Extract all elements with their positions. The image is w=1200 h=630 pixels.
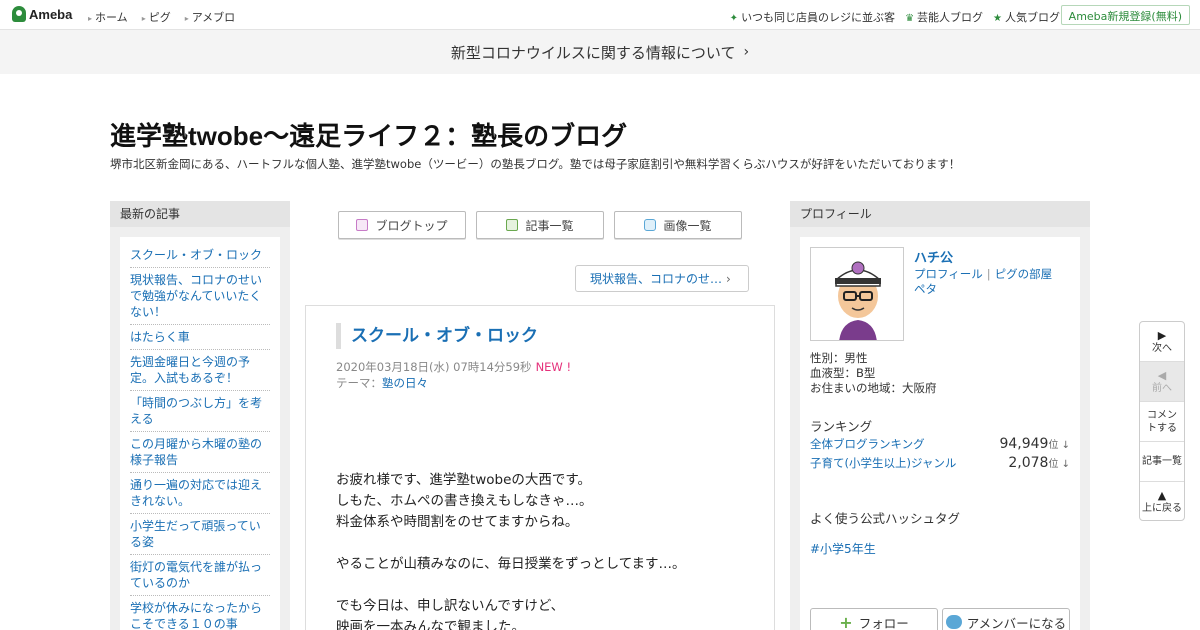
ranking-value: 2,078 (1008, 455, 1049, 471)
top-bar: Ameba ホーム ピグ アメブロ ✦いつも同じ店員のレジに並ぶ客 ♛芸能人ブロ… (0, 0, 1200, 30)
chevron-right-icon: › (726, 271, 731, 286)
body-line: 料金体系や時間割をのせてますからね。 (336, 514, 579, 530)
next-post-button[interactable]: ▶ 次へ (1140, 322, 1184, 362)
profile-area: お住まいの地域：大阪府 (810, 381, 937, 395)
body-line: でも今日は、申し訳ないんですけど、 (336, 598, 565, 614)
arrow-up-icon: ▲ (1157, 489, 1167, 502)
profile-heading: プロフィール (790, 201, 1090, 227)
latest-posts-list: スクール・オブ・ロック 現状報告、コロナのせいで勉強がなんていいたくない！ はた… (120, 237, 280, 630)
body-line (336, 533, 686, 554)
avatar-image (811, 248, 903, 340)
article: スクール・オブ・ロック 2020年03月18日(水) 07時14分59秒 NEW … (305, 305, 775, 630)
article-date: 2020年03月18日(水) 07時14分59秒 NEW ! (336, 360, 572, 374)
theme-link[interactable]: 塾の日々 (382, 376, 428, 390)
pigg-room-link[interactable]: ピグの部屋 (995, 267, 1053, 281)
profile-info: 性別：男性 血液型：B型 お住まいの地域：大阪府 (810, 351, 937, 396)
amember-button[interactable]: アメンバーになる (942, 608, 1070, 630)
follow-button[interactable]: + フォロー (810, 608, 938, 630)
copy-icon (506, 219, 519, 231)
nav-pigg-link[interactable]: ピグ (142, 9, 171, 25)
latest-post-item[interactable]: 先週金曜日と今週の予定。入試もあるぞ！ (130, 350, 270, 391)
latest-post-item[interactable]: 通り一遍の対応では迎えきれない。 (130, 473, 270, 514)
back-to-top-button[interactable]: ▲ 上に戻る (1140, 482, 1184, 522)
ranking-row-overall: 全体ブログランキング 94,949位 ↓ (810, 436, 1070, 452)
comment-button[interactable]: コメントする (1140, 402, 1184, 442)
latest-post-item[interactable]: スクール・オブ・ロック (130, 243, 270, 268)
latest-post-item[interactable]: 学校が休みになったからこそできる１０の事 (130, 596, 270, 630)
ranking-row-genre: 子育て(小学生以上)ジャンル 2,078位 ↓ (810, 455, 1070, 471)
camera-icon (644, 219, 657, 231)
peta-link[interactable]: ペタ (914, 282, 937, 296)
hashtag-link[interactable]: #小学5年生 (810, 540, 876, 557)
ranking-value: 94,949 (999, 436, 1049, 452)
floating-nav: ▶ 次へ ◀ 前へ コメントする 記事一覧 ▲ 上に戻る (1139, 321, 1185, 521)
plus-icon: + (839, 612, 853, 630)
corona-info-banner[interactable]: 新型コロナウイルスに関する情報について › (0, 30, 1200, 74)
ameba-logo[interactable]: Ameba (12, 6, 72, 22)
arrow-left-icon: ◀ (1157, 368, 1167, 382)
article-theme: テーマ：塾の日々 (336, 376, 428, 390)
sparkle-icon: ✦ (729, 13, 739, 24)
avatar[interactable] (810, 247, 904, 341)
profile-blood: 血液型：B型 (810, 366, 876, 380)
latest-post-item[interactable]: 「時間のつぶし方」を考える (130, 391, 270, 432)
image-list-button[interactable]: 画像一覧 (614, 211, 742, 239)
article-body: お疲れ様です、進学塾twobeの大西です。 しもた、ホムペの書き換えもしなきゃ…… (336, 470, 686, 630)
arrow-right-icon: ▶ (1157, 328, 1167, 342)
chat-bubble-icon (945, 615, 962, 629)
body-line: 映画を一本みんなで観ました。 (336, 619, 525, 630)
blog-top-button[interactable]: ブログトップ (338, 211, 466, 239)
trending-link[interactable]: ✦ いつも同じ店員のレジに並ぶ客 (730, 9, 895, 25)
article-title[interactable]: スクール・オブ・ロック (336, 323, 538, 349)
profile-panel: プロフィール ハチ公 プロフィール | ピグの部屋 ペタ 性別：男性 血液型：B型 (790, 201, 1090, 630)
nav-ameblo-link[interactable]: アメブロ (185, 9, 235, 25)
celebrity-blog-link[interactable]: ♛ 芸能人ブログ (905, 9, 983, 25)
body-line: お疲れ様です、進学塾twobeの大西です。 (336, 472, 592, 488)
latest-post-item[interactable]: この月曜から木曜の塾の様子報告 (130, 432, 270, 473)
latest-posts-heading: 最新の記事 (110, 201, 290, 227)
previous-post-link[interactable]: 現状報告、コロナのせ… › (575, 265, 749, 292)
crown-icon: ♛ (905, 13, 915, 24)
ranking-overall-link[interactable]: 全体ブログランキング (810, 436, 925, 452)
profile-body: ハチ公 プロフィール | ピグの部屋 ペタ 性別：男性 血液型：B型 お住まいの地域… (800, 237, 1080, 630)
ameba-logo-icon (12, 6, 26, 22)
top-right-links: ✦ いつも同じ店員のレジに並ぶ客 ♛ 芸能人ブログ ★ 人気ブログ (730, 9, 1060, 25)
document-icon (356, 219, 369, 231)
ranking-genre-link[interactable]: 子育て(小学生以上)ジャンル (810, 455, 956, 471)
body-line: しもた、ホムペの書き換えもしなきゃ…。 (336, 493, 593, 509)
post-list-float-button[interactable]: 記事一覧 (1140, 442, 1184, 482)
previous-post-button[interactable]: ◀ 前へ (1140, 362, 1184, 402)
hashtag-heading: よく使う公式ハッシュタグ (810, 511, 961, 526)
new-badge: NEW ! (535, 360, 572, 374)
latest-post-item[interactable]: はたらく車 (130, 325, 270, 350)
blog-title[interactable]: 進学塾twobe～遠足ライフ２：塾長のブログ (110, 116, 627, 153)
latest-posts-panel: 最新の記事 スクール・オブ・ロック 現状報告、コロナのせいで勉強がなんていいたく… (110, 201, 290, 630)
popular-blog-link[interactable]: ★ 人気ブログ (993, 9, 1060, 25)
latest-post-item[interactable]: 現状報告、コロナのせいで勉強がなんていいたくない！ (130, 268, 270, 325)
post-list-button[interactable]: 記事一覧 (476, 211, 604, 239)
blog-description: 堺市北区新金岡にある、ハートフルな個人塾、進学塾twobe（ツービー）の塾長ブロ… (110, 157, 961, 171)
profile-links: プロフィール | ピグの部屋 ペタ (914, 267, 1053, 296)
latest-post-item[interactable]: 小学生だって頑張っている姿 (130, 514, 270, 555)
chevron-right-icon: › (743, 44, 750, 60)
latest-post-item[interactable]: 街灯の電気代を誰が払っているのか (130, 555, 270, 596)
top-nav: ホーム ピグ アメブロ (88, 9, 235, 25)
profile-link[interactable]: プロフィール (914, 267, 983, 281)
profile-gender: 性別：男性 (810, 351, 868, 365)
body-line (336, 575, 686, 596)
body-line: やることが山積みなのに、毎日授業をずっとしてます…。 (336, 556, 686, 572)
star-icon: ★ (993, 13, 1002, 24)
register-button[interactable]: Ameba新規登録(無料) (1060, 5, 1190, 25)
ranking-heading: ランキング (810, 419, 873, 434)
profile-name[interactable]: ハチ公 (914, 247, 953, 266)
nav-home-link[interactable]: ホーム (88, 9, 128, 25)
